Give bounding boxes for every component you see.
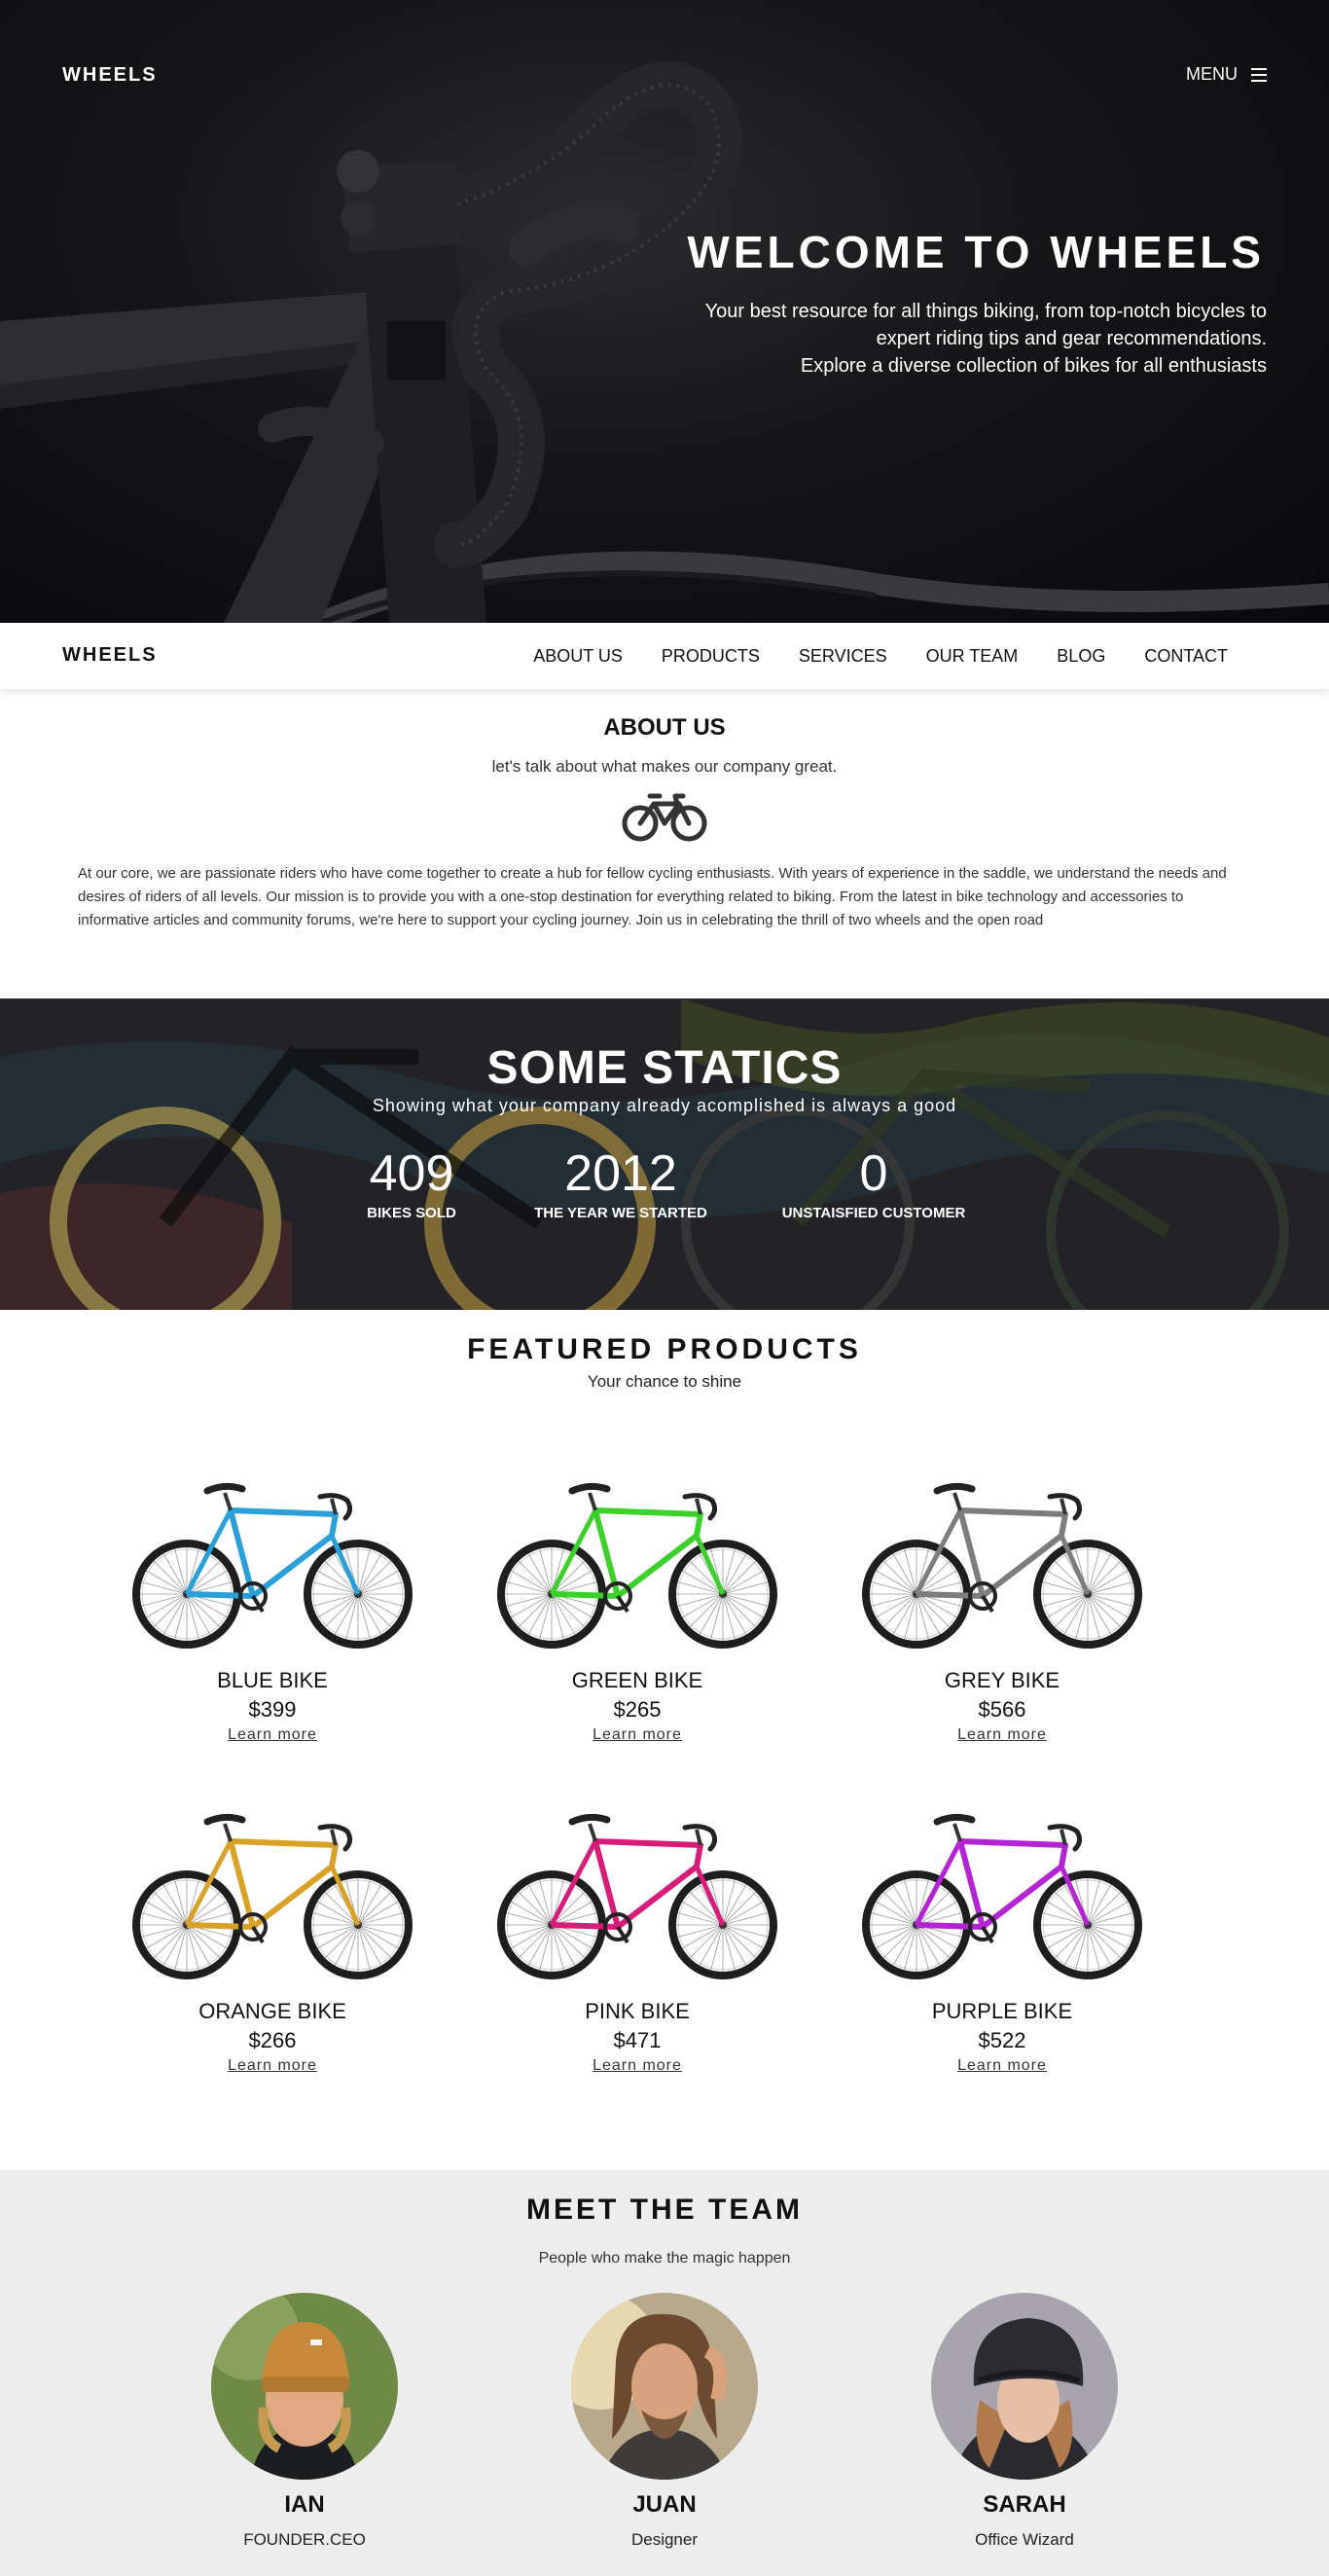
learn-more-link[interactable]: Learn more	[957, 2057, 1047, 2075]
avatar	[931, 2293, 1118, 2480]
hero-logo[interactable]: WHEELS	[62, 64, 158, 87]
product-price: $471	[613, 2028, 662, 2052]
product-card[interactable]: ORANGE BIKE $266 Learn more	[126, 1806, 418, 2075]
learn-more-link[interactable]: Learn more	[228, 1726, 317, 1744]
learn-more-link[interactable]: Learn more	[593, 1726, 682, 1744]
nav-link-our-team[interactable]: OUR TEAM	[926, 646, 1019, 667]
product-bike-image	[862, 1482, 1142, 1649]
team-member-card: IAN FOUNDER.CEO	[178, 2293, 431, 2550]
stat-value: 2012	[564, 1145, 677, 1202]
nav-link-products[interactable]: PRODUCTS	[662, 646, 760, 667]
stat-value: 0	[859, 1145, 888, 1202]
learn-more-link[interactable]: Learn more	[228, 2057, 317, 2075]
product-card[interactable]: PINK BIKE $471 Learn more	[491, 1806, 783, 2075]
product-name: GREY BIKE	[944, 1668, 1060, 1692]
product-name: ORANGE BIKE	[198, 1999, 346, 2023]
product-bike-image	[862, 1813, 1142, 1979]
member-role: Office Wizard	[975, 2530, 1074, 2549]
hero-title: WELCOME TO WHEELS	[687, 227, 1265, 277]
product-name: GREEN BIKE	[571, 1668, 703, 1692]
product-card[interactable]: BLUE BIKE $399 Learn more	[126, 1475, 418, 1744]
nav-link-about-us[interactable]: ABOUT US	[533, 646, 623, 667]
hero-subtitle-line: Explore a diverse collection of bikes fo…	[800, 355, 1267, 377]
product-price: $566	[978, 1697, 1026, 1722]
product-card[interactable]: GREEN BIKE $265 Learn more	[491, 1475, 783, 1744]
stat-unsatisfied-customer: 0 UNSTAISFIED CUSTOMER	[767, 1144, 981, 1221]
hero-subtitle: Your best resource for all things biking…	[586, 298, 1267, 380]
stats-tagline: Showing what your company already acompl…	[372, 1096, 957, 1115]
navbar-logo[interactable]: WHEELS	[62, 644, 158, 667]
avatar	[211, 2293, 398, 2480]
product-price: $266	[248, 2028, 297, 2052]
hero-subtitle-line: Your best resource for all things biking…	[704, 301, 1267, 322]
about-tagline: let's talk about what makes our company …	[491, 757, 838, 776]
team-tagline: People who make the magic happen	[538, 2250, 791, 2267]
product-name: BLUE BIKE	[217, 1668, 328, 1692]
product-price: $399	[248, 1697, 297, 1722]
menu-label: MENU	[1186, 64, 1238, 84]
hero-subtitle-line: expert riding tips and gear recommendati…	[876, 328, 1267, 349]
product-name: PURPLE BIKE	[931, 1999, 1073, 2023]
product-bike-image	[132, 1813, 413, 1979]
learn-more-link[interactable]: Learn more	[957, 1726, 1047, 1744]
team-section: MEET THE TEAM People who make the magic …	[0, 2170, 1329, 2576]
main-navbar: WHEELS ABOUT US PRODUCTS SERVICES OUR TE…	[0, 623, 1329, 689]
nav-links: ABOUT US PRODUCTS SERVICES OUR TEAM BLOG…	[533, 646, 1228, 667]
featured-products-section: FEATURED PRODUCTS Your chance to shine B…	[0, 1310, 1329, 2170]
member-role: Designer	[630, 2530, 699, 2549]
product-bike-image	[132, 1482, 413, 1649]
learn-more-link[interactable]: Learn more	[593, 2057, 682, 2075]
hamburger-icon	[1251, 67, 1267, 82]
products-tagline: Your chance to shine	[587, 1372, 742, 1391]
products-heading: FEATURED PRODUCTS	[467, 1333, 862, 1365]
team-member-card: JUAN Designer	[538, 2293, 791, 2550]
stat-label: THE YEAR WE STARTED	[534, 1205, 707, 1221]
product-price: $265	[613, 1697, 662, 1722]
member-role: FOUNDER.CEO	[243, 2530, 366, 2549]
member-name: SARAH	[983, 2491, 1066, 2518]
product-bike-image	[497, 1813, 777, 1979]
product-name: PINK BIKE	[585, 1999, 690, 2023]
product-price: $522	[978, 2028, 1026, 2052]
stat-value: 409	[369, 1145, 454, 1202]
member-name: JUAN	[632, 2491, 697, 2518]
hero-section: WHEELS MENU WELCOME TO WHEELS Your best …	[0, 0, 1329, 623]
product-card[interactable]: GREY BIKE $566 Learn more	[856, 1475, 1148, 1744]
stat-label: BIKES SOLD	[367, 1205, 456, 1221]
stat-year-started: 2012 THE YEAR WE STARTED	[514, 1144, 728, 1221]
nav-link-services[interactable]: SERVICES	[799, 646, 887, 667]
member-name: IAN	[284, 2491, 325, 2518]
product-bike-image	[497, 1482, 777, 1649]
nav-link-contact[interactable]: CONTACT	[1144, 646, 1228, 667]
menu-button[interactable]: MENU	[1186, 64, 1267, 85]
stat-bikes-sold: 409 BIKES SOLD	[353, 1144, 470, 1221]
product-card[interactable]: PURPLE BIKE $522 Learn more	[856, 1806, 1148, 2075]
team-heading: MEET THE TEAM	[526, 2194, 803, 2226]
nav-link-blog[interactable]: BLOG	[1057, 646, 1105, 667]
bicycle-icon	[622, 793, 707, 842]
about-section: ABOUT US let's talk about what makes our…	[0, 689, 1329, 998]
about-heading: ABOUT US	[603, 714, 726, 741]
stat-label: UNSTAISFIED CUSTOMER	[781, 1205, 966, 1221]
avatar	[571, 2293, 758, 2480]
stats-heading: SOME STATICS	[486, 1042, 843, 1094]
team-member-card: SARAH Office Wizard	[898, 2293, 1151, 2550]
stats-section: SOME STATICS Showing what your company a…	[0, 998, 1329, 1310]
about-body: At our core, we are passionate riders wh…	[78, 865, 1227, 928]
